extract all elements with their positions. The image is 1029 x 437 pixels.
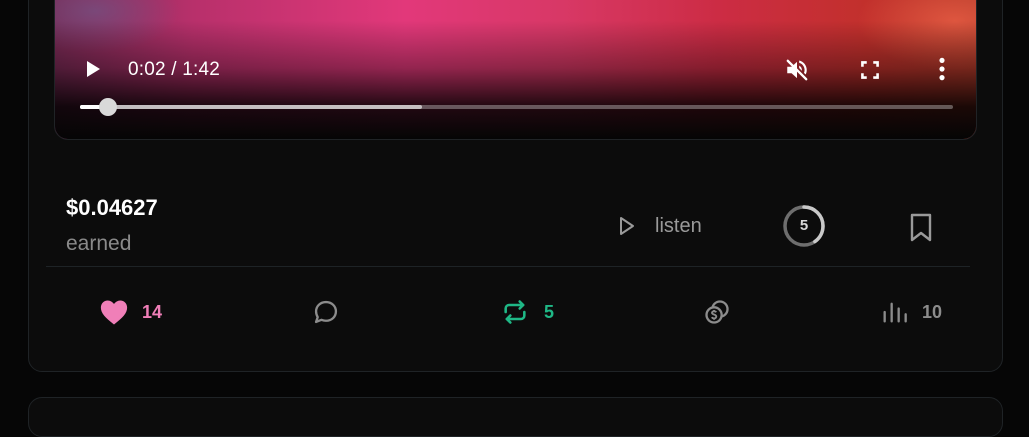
video-player[interactable]: 0:02 / 1:42 bbox=[54, 0, 977, 140]
views-count: 10 bbox=[922, 301, 943, 322]
repost-button[interactable]: 5 bbox=[500, 296, 554, 328]
comment-icon bbox=[314, 300, 338, 324]
coins-icon bbox=[705, 300, 729, 324]
like-button[interactable]: 14 bbox=[99, 296, 162, 328]
bookmark-button[interactable] bbox=[908, 212, 934, 244]
listen-label: listen bbox=[655, 214, 702, 237]
timer-value: 5 bbox=[799, 217, 809, 234]
heart-icon bbox=[100, 300, 128, 325]
volume-muted-icon bbox=[786, 59, 808, 81]
earned-amount: $0.04627 bbox=[66, 195, 158, 220]
views-stat[interactable]: 10 bbox=[880, 296, 942, 328]
mute-button[interactable] bbox=[784, 57, 810, 83]
repost-count: 5 bbox=[544, 301, 555, 322]
countdown-timer[interactable]: 5 bbox=[782, 204, 826, 248]
more-options-button[interactable] bbox=[929, 55, 955, 83]
listen-button[interactable]: listen bbox=[617, 212, 702, 240]
tip-button[interactable] bbox=[703, 296, 731, 328]
play-outline-icon bbox=[620, 217, 634, 235]
bar-chart-icon bbox=[883, 302, 907, 323]
fullscreen-icon bbox=[861, 61, 879, 79]
next-post-card bbox=[28, 397, 1003, 437]
repost-icon bbox=[504, 300, 526, 324]
progress-scrubber-handle[interactable] bbox=[98, 98, 117, 116]
play-button[interactable] bbox=[83, 58, 103, 80]
like-count: 14 bbox=[142, 301, 163, 322]
more-vertical-icon bbox=[939, 57, 945, 81]
fullscreen-button[interactable] bbox=[857, 57, 883, 83]
progress-buffered bbox=[80, 105, 423, 109]
video-progress-bar[interactable] bbox=[80, 98, 953, 116]
comment-button[interactable] bbox=[312, 296, 340, 328]
earned-label: earned bbox=[66, 232, 132, 255]
video-time-display: 0:02 / 1:42 bbox=[128, 59, 220, 80]
divider bbox=[46, 266, 970, 267]
bookmark-icon bbox=[910, 213, 932, 242]
play-icon bbox=[87, 61, 100, 77]
